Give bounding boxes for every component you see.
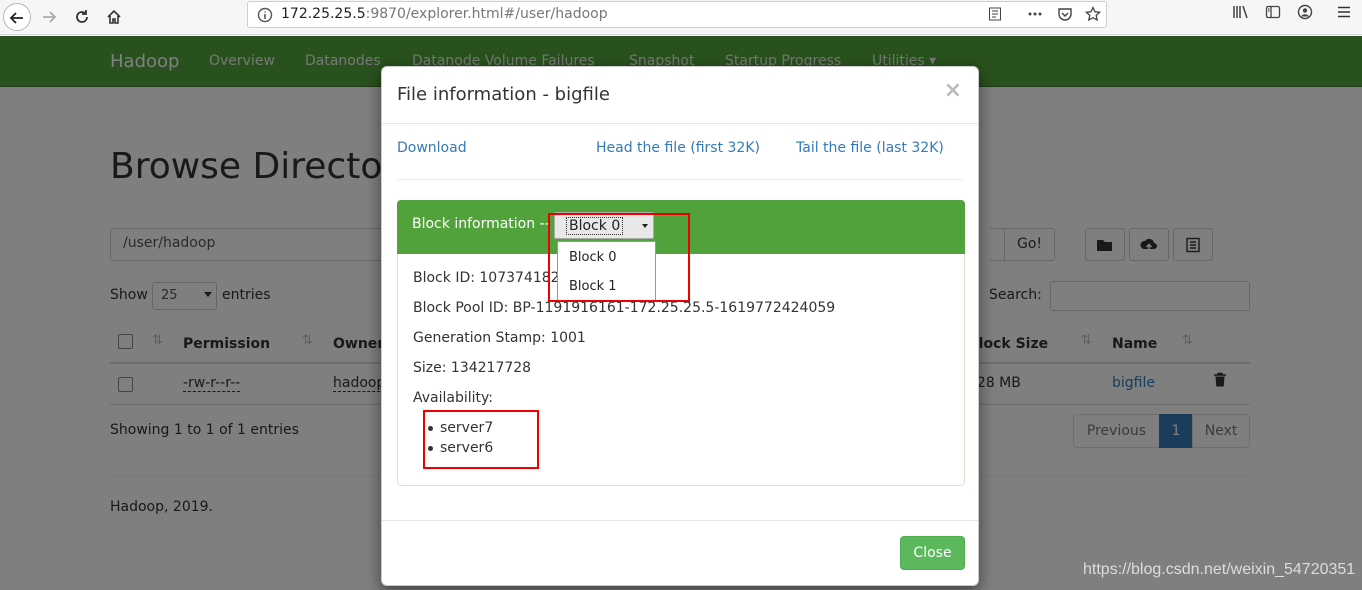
forward-button[interactable] <box>35 3 63 31</box>
head-file-link[interactable]: Head the file (first 32K) <box>596 140 760 156</box>
browser-toolbar: 172.25.25.5:9870/explorer.html#/user/had… <box>0 0 1362 35</box>
annotation-highlight-box <box>423 410 539 469</box>
block-pool-id: Block Pool ID: BP-1191916161-172.25.25.5… <box>413 300 836 316</box>
generation-stamp: Generation Stamp: 1001 <box>413 330 586 346</box>
home-icon <box>107 9 121 24</box>
url-text[interactable]: 172.25.25.5:9870/explorer.html#/user/had… <box>281 6 608 22</box>
url-host: 172.25.25.5 <box>281 6 366 22</box>
reload-button[interactable] <box>68 3 96 31</box>
reload-icon <box>76 10 88 23</box>
account-icon[interactable] <box>1294 4 1316 26</box>
modal-header-divider <box>382 123 978 124</box>
page-actions-icon[interactable] <box>1026 6 1044 24</box>
block-size: Size: 134217728 <box>413 360 532 376</box>
download-link[interactable]: Download <box>397 140 467 156</box>
info-icon[interactable] <box>257 7 273 23</box>
block-id: Block ID: 107374182 <box>413 270 560 286</box>
arrow-left-icon <box>9 12 23 24</box>
modal-footer-divider <box>382 520 978 521</box>
menu-icon[interactable] <box>1333 4 1355 26</box>
arrow-right-icon <box>43 11 57 23</box>
library-icon[interactable] <box>1230 4 1252 26</box>
url-path: :9870/explorer.html#/user/hadoop <box>365 6 608 22</box>
close-icon[interactable]: × <box>944 78 962 103</box>
annotation-highlight-box <box>548 213 690 302</box>
pocket-icon[interactable] <box>1056 6 1074 24</box>
availability-label: Availability: <box>413 390 494 406</box>
back-button[interactable] <box>3 3 31 31</box>
links-divider <box>397 179 963 180</box>
file-information-modal: File information - bigfile × Download He… <box>381 66 979 586</box>
modal-title: File information - bigfile <box>397 84 610 105</box>
url-bar[interactable]: 172.25.25.5:9870/explorer.html#/user/had… <box>247 1 1107 28</box>
tail-file-link[interactable]: Tail the file (last 32K) <box>796 140 944 156</box>
close-button[interactable]: Close <box>900 536 965 570</box>
home-button[interactable] <box>100 3 128 31</box>
block-information-label: Block information -- <box>412 216 550 232</box>
reader-view-icon[interactable] <box>986 6 1004 24</box>
sidebar-icon[interactable] <box>1262 4 1284 26</box>
watermark: https://blog.csdn.net/weixin_54720351 <box>1083 561 1356 578</box>
bookmark-star-icon[interactable] <box>1084 5 1102 24</box>
